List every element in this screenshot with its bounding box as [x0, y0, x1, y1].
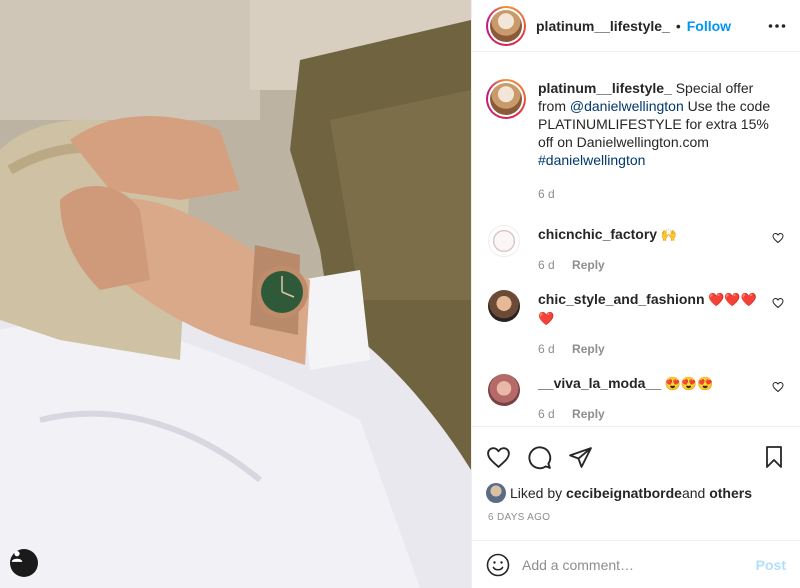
- likes-others-link[interactable]: others: [709, 485, 752, 501]
- likes-middle: and: [681, 485, 706, 501]
- likes-prefix: Liked by: [510, 485, 563, 501]
- comment-avatar[interactable]: [488, 225, 520, 257]
- caption-text: platinum__lifestyle_ Special offer from …: [538, 79, 783, 169]
- save-button[interactable]: [762, 445, 786, 469]
- comment-username[interactable]: chic_style_and_fashionn: [538, 291, 705, 307]
- reply-button[interactable]: Reply: [572, 342, 605, 356]
- emoji-button[interactable]: [486, 553, 510, 577]
- smiley-icon: [486, 553, 510, 576]
- post-photo[interactable]: [0, 0, 471, 588]
- share-icon: [569, 446, 592, 468]
- heart-icon: [487, 446, 510, 468]
- comment-item: chicnchic_factory 🙌 6 d Reply: [486, 225, 786, 274]
- post-image-illustration: [0, 0, 471, 588]
- comment-like-button[interactable]: [772, 296, 784, 312]
- caption-avatar[interactable]: [486, 79, 526, 119]
- comment-text: 🙌: [657, 227, 677, 242]
- bookmark-icon: [766, 446, 782, 468]
- caption-hashtag[interactable]: #danielwellington: [538, 152, 645, 168]
- likes-summary: Liked by cecibeignatborde and others: [472, 475, 800, 503]
- heart-icon: [772, 381, 784, 393]
- post-header: platinum__lifestyle_ • Follow: [472, 0, 800, 52]
- tagged-users-button[interactable]: [10, 549, 38, 577]
- comment-like-button[interactable]: [772, 380, 784, 396]
- reply-button[interactable]: Reply: [572, 407, 605, 421]
- share-button[interactable]: [568, 445, 593, 470]
- user-tag-icon: [11, 551, 23, 562]
- header-separator: •: [675, 17, 681, 34]
- more-options-button[interactable]: [768, 23, 786, 29]
- heart-icon: [772, 232, 784, 244]
- comment-timestamp[interactable]: 6 d: [538, 407, 555, 421]
- caption-username[interactable]: platinum__lifestyle_: [538, 80, 672, 96]
- comment-avatar[interactable]: [488, 290, 520, 322]
- caption-timestamp[interactable]: 6 d: [538, 187, 555, 201]
- comment-input[interactable]: [522, 556, 756, 573]
- comment-like-button[interactable]: [772, 231, 784, 247]
- liker-avatar[interactable]: [486, 483, 506, 503]
- comment-username[interactable]: __viva_la_moda__: [538, 375, 661, 391]
- like-button[interactable]: [486, 445, 511, 470]
- reply-button[interactable]: Reply: [572, 258, 605, 272]
- comment-timestamp[interactable]: 6 d: [538, 258, 555, 272]
- comment-avatar[interactable]: [488, 374, 520, 406]
- liker-username[interactable]: cecibeignatborde: [566, 485, 682, 501]
- author-username[interactable]: platinum__lifestyle_: [536, 18, 670, 34]
- more-options-icon: [768, 23, 786, 28]
- comments-list[interactable]: platinum__lifestyle_ Special offer from …: [472, 53, 800, 426]
- heart-icon: [772, 297, 784, 309]
- comment-icon: [528, 446, 552, 469]
- post-comment-button[interactable]: Post: [756, 557, 786, 573]
- comment-text: 😍😍😍: [660, 376, 714, 391]
- post-date[interactable]: 6 DAYS AGO: [472, 503, 800, 523]
- comment-timestamp[interactable]: 6 d: [538, 342, 555, 356]
- add-comment-bar: Post: [472, 540, 800, 588]
- comment-button[interactable]: [527, 445, 552, 470]
- post-caption: platinum__lifestyle_ Special offer from …: [486, 53, 786, 203]
- caption-mention[interactable]: @danielwellington: [570, 98, 684, 114]
- author-avatar[interactable]: [486, 5, 526, 46]
- post-side-panel: platinum__lifestyle_ • Follow platinum__…: [471, 0, 800, 588]
- comment-item: chic_style_and_fashionn ❤️❤️❤️❤️ 6 d Rep…: [486, 290, 786, 358]
- follow-button[interactable]: Follow: [687, 18, 731, 34]
- comment-username[interactable]: chicnchic_factory: [538, 226, 657, 242]
- comment-item: __viva_la_moda__ 😍😍😍 6 d Reply: [486, 374, 786, 423]
